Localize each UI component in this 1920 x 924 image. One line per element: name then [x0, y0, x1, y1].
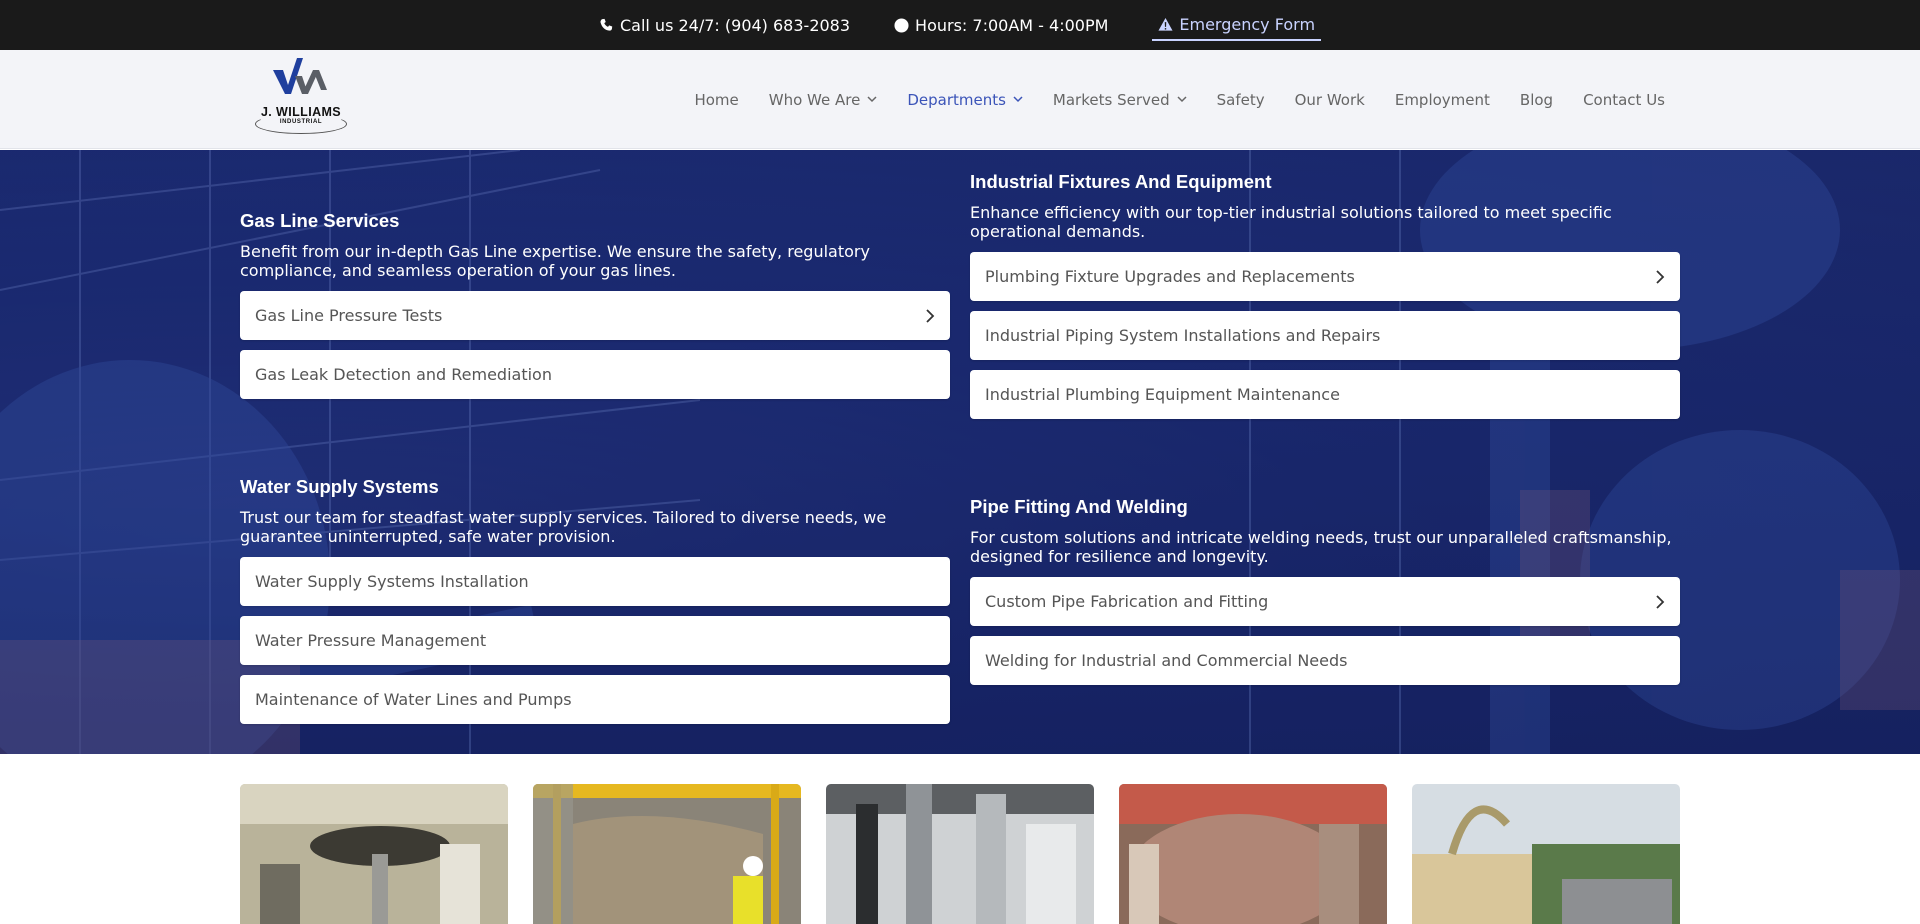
service-label: Maintenance of Water Lines and Pumps [255, 690, 572, 709]
nav-blog[interactable]: Blog [1520, 91, 1553, 109]
chevron-down-icon [1013, 96, 1023, 103]
service-link[interactable]: Industrial Piping System Installations a… [970, 311, 1680, 360]
nav-label: Home [694, 90, 739, 109]
main-nav: Home Who We Are Departments Markets Serv… [694, 50, 1665, 149]
category-description: Benefit from our in-depth Gas Line exper… [240, 242, 870, 280]
category-description: Enhance efficiency with our top-tier ind… [970, 203, 1612, 241]
gallery-photo-mechanical-room[interactable] [826, 784, 1094, 924]
chevron-right-icon [1656, 269, 1665, 284]
service-label: Water Supply Systems Installation [255, 572, 529, 591]
nav-label: Who We Are [768, 90, 861, 109]
gallery-photo-water-tank[interactable] [1412, 784, 1680, 924]
nav-our-work[interactable]: Our Work [1295, 91, 1365, 109]
gallery-photo-industrial-pipe[interactable] [1119, 784, 1387, 924]
nav-markets-served[interactable]: Markets Served [1053, 91, 1187, 109]
category-title: Gas Line Services [240, 210, 400, 231]
service-label: Plumbing Fixture Upgrades and Replacemen… [985, 267, 1355, 286]
nav-label: Departments [907, 90, 1006, 109]
service-link[interactable]: Plumbing Fixture Upgrades and Replacemen… [970, 252, 1680, 301]
service-link[interactable]: Maintenance of Water Lines and Pumps [240, 675, 950, 724]
nav-label: Our Work [1294, 90, 1365, 109]
service-label: Gas Leak Detection and Remediation [255, 365, 552, 384]
category-description: For custom solutions and intricate weldi… [970, 528, 1672, 566]
category-description: Trust our team for steadfast water suppl… [240, 508, 887, 546]
phone-icon [600, 18, 613, 31]
top-bar: Call us 24/7: (904) 683-2083 Hours: 7:00… [0, 0, 1920, 50]
chevron-right-icon [926, 308, 935, 323]
category-gas-line-services: Gas Line Services Benefit from our in-de… [240, 210, 950, 409]
category-industrial-fixtures: Industrial Fixtures And Equipment Enhanc… [970, 171, 1680, 429]
nav-home[interactable]: Home [694, 91, 738, 109]
gallery-photo-excavation[interactable] [533, 784, 801, 924]
category-title: Water Supply Systems [240, 476, 439, 497]
service-label: Industrial Plumbing Equipment Maintenanc… [985, 385, 1340, 404]
category-water-supply-systems: Water Supply Systems Trust our team for … [240, 476, 950, 734]
nav-employment[interactable]: Employment [1395, 91, 1490, 109]
hours-text: Hours: 7:00AM - 4:00PM [915, 15, 1109, 35]
nav-label: Markets Served [1052, 90, 1170, 109]
service-link[interactable]: Welding for Industrial and Commercial Ne… [970, 636, 1680, 685]
nav-label: Blog [1519, 90, 1554, 109]
logo-swoosh [255, 114, 347, 134]
chevron-down-icon [1177, 96, 1187, 103]
phone-text: Call us 24/7: (904) 683-2083 [619, 15, 851, 35]
nav-label: Contact Us [1583, 90, 1665, 109]
hours-info: Hours: 7:00AM - 4:00PM [894, 16, 1108, 35]
service-label: Industrial Piping System Installations a… [985, 326, 1381, 345]
chevron-right-icon [1656, 594, 1665, 609]
nav-departments[interactable]: Departments [907, 91, 1023, 109]
departments-hero: Gas Line Services Benefit from our in-de… [0, 150, 1920, 754]
service-link[interactable]: Gas Line Pressure Tests [240, 291, 950, 340]
clock-icon [894, 17, 909, 33]
service-link[interactable]: Industrial Plumbing Equipment Maintenanc… [970, 370, 1680, 419]
chevron-down-icon [867, 96, 877, 103]
service-link[interactable]: Gas Leak Detection and Remediation [240, 350, 950, 399]
category-title: Pipe Fitting And Welding [970, 496, 1188, 517]
warning-icon [1158, 17, 1173, 31]
logo-mark-icon [273, 58, 327, 94]
site-header: J. WILLIAMS INDUSTRIAL Home Who We Are D… [0, 50, 1920, 149]
nav-contact-us[interactable]: Contact Us [1583, 91, 1665, 109]
service-link[interactable]: Custom Pipe Fabrication and Fitting [970, 577, 1680, 626]
service-label: Water Pressure Management [255, 631, 487, 650]
nav-safety[interactable]: Safety [1217, 91, 1265, 109]
nav-label: Employment [1394, 90, 1490, 109]
service-link[interactable]: Water Supply Systems Installation [240, 557, 950, 606]
category-title: Industrial Fixtures And Equipment [970, 171, 1272, 192]
phone-link[interactable]: Call us 24/7: (904) 683-2083 [599, 16, 850, 35]
emergency-text: Emergency Form [1179, 14, 1316, 34]
service-label: Welding for Industrial and Commercial Ne… [985, 651, 1348, 670]
gallery-photo-plumbing[interactable] [240, 784, 508, 924]
service-label: Custom Pipe Fabrication and Fitting [985, 592, 1269, 611]
nav-label: Safety [1216, 90, 1265, 109]
nav-who-we-are[interactable]: Who We Are [769, 91, 878, 109]
project-gallery [240, 784, 1680, 924]
service-link[interactable]: Water Pressure Management [240, 616, 950, 665]
service-label: Gas Line Pressure Tests [255, 306, 443, 325]
company-logo[interactable]: J. WILLIAMS INDUSTRIAL [251, 56, 351, 140]
emergency-form-link[interactable]: Emergency Form [1152, 14, 1322, 41]
category-pipe-fitting-welding: Pipe Fitting And Welding For custom solu… [970, 496, 1680, 695]
